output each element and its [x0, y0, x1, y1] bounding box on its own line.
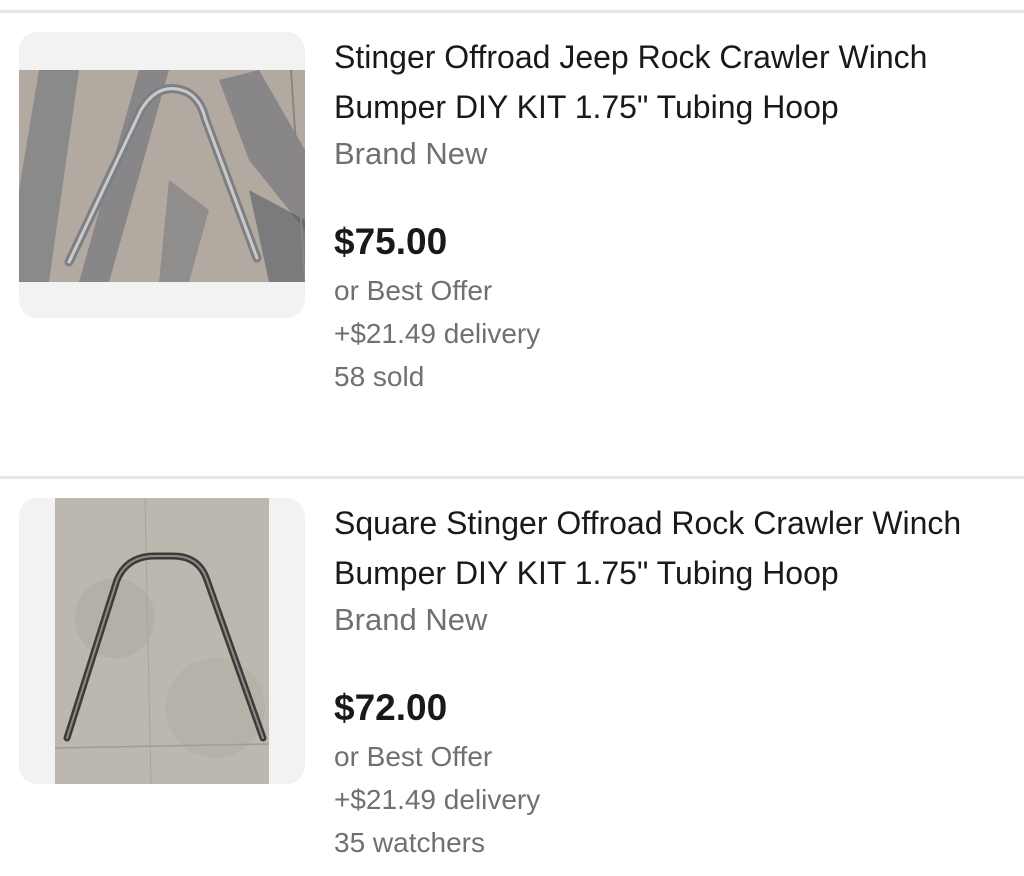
listing-offer: or Best Offer	[334, 275, 493, 306]
listing-title[interactable]: Stinger Offroad Jeep Rock Crawler Winch …	[334, 32, 1014, 132]
product-photo	[55, 498, 269, 784]
divider	[0, 476, 1024, 479]
product-photo	[19, 70, 305, 282]
listing-delivery: +$21.49 delivery	[334, 784, 541, 815]
listing-condition: Brand New	[334, 602, 488, 637]
divider	[0, 10, 1024, 13]
listing-offer: or Best Offer	[334, 741, 493, 772]
listing-watchers: 35 watchers	[334, 827, 485, 858]
listing-condition: Brand New	[334, 136, 488, 171]
listing-sold-count: 58 sold	[334, 361, 425, 392]
listing-delivery: +$21.49 delivery	[334, 318, 541, 349]
listing-price: $72.00	[334, 687, 448, 728]
search-results-page: Stinger Offroad Jeep Rock Crawler Winch …	[0, 0, 1024, 876]
listing-price: $75.00	[334, 221, 448, 262]
listing-thumbnail[interactable]	[19, 498, 305, 784]
listing-thumbnail[interactable]	[19, 32, 305, 318]
listing-title[interactable]: Square Stinger Offroad Rock Crawler Winc…	[334, 498, 1014, 598]
